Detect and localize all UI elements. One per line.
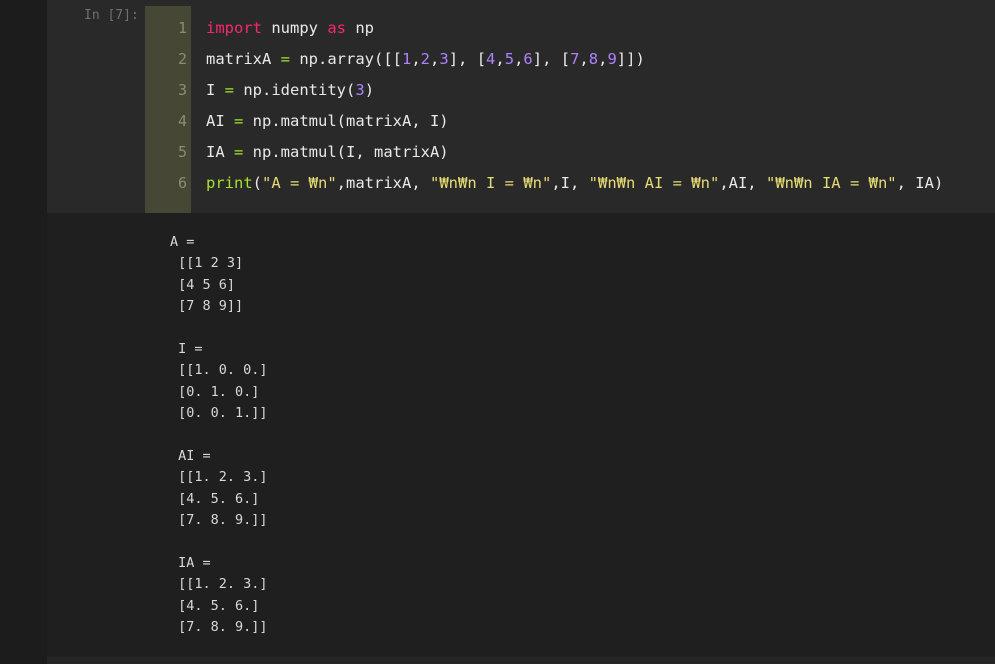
line-number: 6 <box>177 174 187 192</box>
output-line: [7. 8. 9.]] <box>170 512 268 529</box>
output-line: [7. 8. 9.]] <box>170 619 268 636</box>
code-token: 1 <box>401 50 412 68</box>
code-token: IA <box>206 143 234 161</box>
code-token: , <box>579 50 589 68</box>
code-line: import numpy as np <box>206 13 986 44</box>
code-token: import <box>206 19 262 37</box>
code-token: np.matmul(I, matrixA) <box>243 143 449 161</box>
output-line: [4 5 6] <box>170 276 236 293</box>
code-token: ,I, <box>551 174 589 192</box>
code-token: np.matmul(matrixA, I) <box>243 112 449 130</box>
code-token: 6 <box>523 50 533 68</box>
output-line: [0. 0. 1.]] <box>170 405 268 422</box>
output-line: [[1. 2. 3.] <box>170 576 268 593</box>
left-margin <box>0 0 47 664</box>
code-token: np.identity( <box>234 81 356 99</box>
code-token: , <box>411 50 421 68</box>
output-line: AI = <box>170 447 211 464</box>
code-token: , <box>430 50 440 68</box>
code-token: as <box>327 19 346 37</box>
code-token: np <box>346 19 374 37</box>
line-number: 5 <box>177 143 187 161</box>
code-line: matrixA = np.array([[1,2,3], [4,5,6], [7… <box>206 44 986 75</box>
code-token: ,matrixA, <box>336 174 430 192</box>
code-token: ( <box>252 174 263 192</box>
code-token: ], [ <box>448 50 487 68</box>
code-token: , IA) <box>896 174 944 192</box>
line-number: 1 <box>177 19 187 37</box>
line-number: 2 <box>177 50 187 68</box>
code-token: ,AI, <box>719 174 766 192</box>
code-token: 3 <box>355 81 365 99</box>
output-line: [0. 1. 0.] <box>170 383 260 400</box>
code-token: 9 <box>607 50 617 68</box>
output-line: IA = <box>170 554 211 571</box>
code-token: matrixA <box>206 50 281 68</box>
code-line: IA = np.matmul(I, matrixA) <box>206 137 986 168</box>
cell-output: A = [[1 2 3] [4 5 6] [7 8 9]] I = [[1. 0… <box>170 232 870 638</box>
code-token: "A = ₩n" <box>262 174 337 192</box>
output-line: A = <box>170 234 195 250</box>
code-token: 4 <box>486 50 496 68</box>
cell-prompt: In [7]: <box>84 8 139 23</box>
code-token: "₩n₩n I = ₩n" <box>430 174 552 192</box>
code-token: I <box>206 81 225 99</box>
code-token: = <box>234 112 244 130</box>
output-line: [4. 5. 6.] <box>170 490 260 507</box>
next-cell-edge <box>47 657 995 664</box>
line-number: 3 <box>177 81 187 99</box>
output-line: [4. 5. 6.] <box>170 597 260 614</box>
code-token: "₩n₩n AI = ₩n" <box>588 174 720 192</box>
output-line: [[1. 0. 0.] <box>170 362 268 379</box>
code-token: AI <box>206 112 234 130</box>
code-token: 3 <box>439 50 449 68</box>
line-number-gutter: 1 2 3 4 5 6 <box>145 6 191 213</box>
code-line: AI = np.matmul(matrixA, I) <box>206 106 986 137</box>
output-line: [[1. 2. 3.] <box>170 469 268 486</box>
code-token: = <box>224 81 235 99</box>
code-line: print("A = ₩n",matrixA, "₩n₩n I = ₩n",I,… <box>206 168 986 199</box>
code-token: 5 <box>504 50 515 68</box>
code-token: 2 <box>420 50 431 68</box>
code-token: "₩n₩n IA = ₩n" <box>765 174 897 192</box>
code-token: , <box>495 50 505 68</box>
notebook-page: In [7]: 123456 import numpy as np matrixA… <box>0 0 995 664</box>
code-token: = <box>234 143 244 161</box>
code-token: = <box>280 50 290 68</box>
code-editor[interactable]: import numpy as np matrixA = np.array([[1… <box>206 13 986 199</box>
code-token: np.array([[ <box>290 50 402 68</box>
code-token: ], [ <box>532 50 571 68</box>
code-token: ) <box>364 81 375 99</box>
code-token: , <box>514 50 524 68</box>
output-line: [[1 2 3] <box>170 255 244 272</box>
code-token: ]]) <box>616 50 645 68</box>
output-line: I = <box>170 340 203 357</box>
code-line: I = np.identity(3) <box>206 75 986 106</box>
line-number: 4 <box>177 112 187 130</box>
code-token: print <box>206 174 253 192</box>
output-line: [7 8 9]] <box>170 298 244 315</box>
code-token: numpy <box>262 19 328 37</box>
code-token: 8 <box>588 50 599 68</box>
